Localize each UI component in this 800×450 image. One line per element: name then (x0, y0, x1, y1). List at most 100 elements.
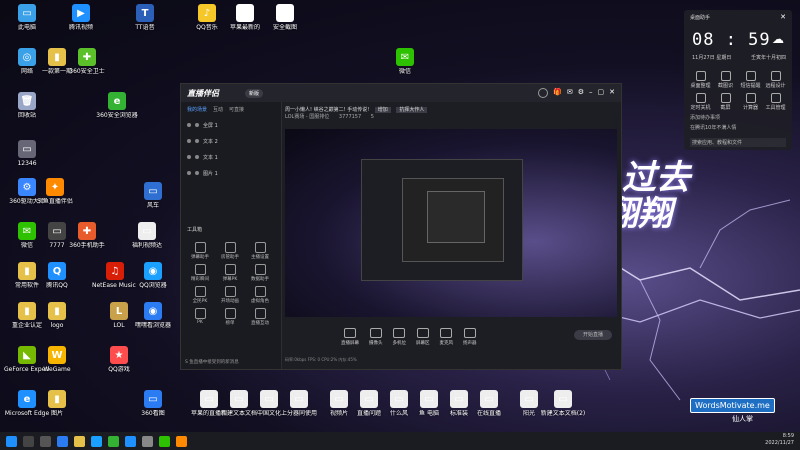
wechat-icon[interactable] (159, 435, 170, 447)
desktop-icon[interactable]: ✚ 360安全卫士 (64, 48, 110, 75)
desktop-icon[interactable]: ▭ 福利视频达 (124, 222, 170, 249)
desktop-icon[interactable]: ✉ 微信 (382, 48, 428, 75)
start-live-button[interactable]: 开始直播 (574, 330, 612, 340)
desktop-icon[interactable]: W WeGame (34, 346, 80, 373)
source-item[interactable]: 全屏 1 (181, 117, 281, 133)
lock-icon[interactable] (195, 171, 199, 175)
version-badge[interactable]: 新版 (245, 89, 264, 98)
todo-item[interactable]: 在腾讯10年不满人情 (690, 124, 736, 131)
lock-icon[interactable] (195, 123, 199, 127)
widget-tool[interactable]: 定时关机 (688, 90, 713, 112)
tool-label: 直播互动 (251, 321, 269, 326)
source-item[interactable]: 文本 2 (181, 133, 281, 149)
eye-icon[interactable] (187, 155, 191, 159)
widget-tool[interactable]: 短信提醒 (738, 68, 763, 90)
gift-icon[interactable]: 🎁 (553, 88, 562, 98)
edge-icon[interactable] (57, 435, 68, 447)
windows-start-icon[interactable] (6, 435, 17, 447)
widget-tool[interactable]: 远程设计 (763, 68, 788, 90)
toolbox-item[interactable]: 主播设置 (245, 240, 275, 262)
lock-icon[interactable] (195, 139, 199, 143)
toolbox-item[interactable]: 弹幕助手 (185, 240, 215, 262)
close-icon[interactable]: ✕ (609, 88, 615, 98)
widget-tool[interactable]: 桌面整理 (688, 68, 713, 90)
file-explorer-icon[interactable] (74, 435, 85, 447)
360-browser-icon[interactable] (108, 435, 119, 447)
avatar[interactable] (538, 88, 549, 98)
desktop-icon[interactable]: e 360安全浏览器 (94, 92, 140, 119)
desktop-icon[interactable]: Q 腾讯QQ (34, 262, 80, 289)
eye-icon[interactable] (187, 123, 191, 127)
stream-title[interactable]: 周一小懒人! 峡谷之巅第二! 手动传说! (285, 107, 369, 113)
scene-tab[interactable]: 可直接 (229, 106, 244, 113)
scene-tab[interactable]: 互动 (213, 106, 223, 113)
desktop-app-icon: ♪ (198, 4, 216, 22)
desktop-icon[interactable]: 🗑 回收站 (4, 92, 50, 119)
qq-icon[interactable] (125, 435, 136, 447)
close-icon[interactable]: ✕ (780, 13, 786, 21)
todo-add[interactable]: 添加待办事项 (690, 114, 720, 121)
maximize-icon[interactable]: ▢ (598, 88, 605, 98)
stream-action-button[interactable]: 多机位 (393, 328, 406, 346)
toolbox-item[interactable]: 榜单 (215, 306, 245, 328)
stream-action-button[interactable]: 麦克风 (440, 328, 453, 346)
eye-icon[interactable] (187, 171, 191, 175)
stream-preview[interactable] (285, 129, 617, 317)
eye-icon[interactable] (187, 139, 191, 143)
desktop-icon[interactable]: ▭ 新建文本文档(2) (540, 390, 586, 417)
desktop-icon[interactable]: ◉ QQ浏览器 (130, 262, 176, 289)
desktop-icon[interactable]: ✚ 360手机助手 (64, 222, 110, 249)
desktop-icon[interactable]: ▭ 此电脑 (4, 4, 50, 31)
source-item[interactable]: 图片 1 (181, 165, 281, 181)
desktop-icon[interactable]: ▮ 图片 (34, 390, 80, 417)
desktop-icon[interactable]: ▮ logo (34, 302, 80, 329)
toolbox-item[interactable]: 开场动画 (215, 284, 245, 306)
system-tray[interactable]: 8:59 2022/11/27 (765, 433, 794, 447)
browser-icon[interactable] (91, 435, 102, 447)
desktop-icon[interactable]: ▶ 腾讯视频 (58, 4, 104, 31)
lock-icon[interactable] (195, 155, 199, 159)
desktop-icon[interactable]: ▭ 12346 (4, 140, 50, 167)
desktop-icon[interactable]: ▭ 360看图 (130, 390, 176, 417)
toolbox-item[interactable]: 虚拟角色 (245, 284, 275, 306)
desktop-icon-label: 12346 (17, 160, 37, 167)
source-item[interactable]: 文本 1 (181, 149, 281, 165)
search-icon[interactable] (23, 435, 34, 447)
widget-tool[interactable]: 截屏 (713, 90, 738, 112)
window-titlebar[interactable]: 直播伴侣 新版 🎁 ✉ ⚙ – ▢ ✕ (181, 84, 621, 102)
desktop-icon[interactable]: ▭ 风车 (130, 182, 176, 209)
toolbox-item[interactable]: 数据助手 (245, 262, 275, 284)
action-icon (463, 328, 476, 338)
stream-action-button[interactable]: 直播屏幕 (341, 328, 359, 346)
mail-icon[interactable]: ✉ (567, 88, 573, 98)
app-icon[interactable] (142, 435, 153, 447)
toolbox-item[interactable]: 精彩瞬间 (185, 262, 215, 284)
live-companion-icon[interactable] (176, 435, 187, 447)
widget-tool[interactable]: 截图识 (713, 68, 738, 90)
minimize-icon[interactable]: – (589, 88, 593, 98)
stream-tag[interactable]: 增加 (374, 107, 391, 113)
settings-icon[interactable]: ⚙ (578, 88, 584, 98)
toolbox-item[interactable]: 直播互动 (245, 306, 275, 328)
desktop-icon[interactable]: 安全截图 (262, 4, 308, 31)
stream-action-button[interactable]: 摄像头 (369, 328, 383, 346)
scene-tab[interactable]: 我的场景 (187, 106, 207, 113)
stream-action-button[interactable]: 扬声器 (463, 328, 477, 346)
desktop-icon[interactable]: ✦ 5.鱼直播伴侣 (32, 178, 78, 205)
task-view-icon[interactable] (40, 435, 51, 447)
toolbox-item[interactable]: PK (185, 306, 215, 328)
stream-category[interactable]: LOL赛场 - 国服排位 (285, 114, 329, 120)
stream-tag-2[interactable]: 抗挥大作人 (396, 107, 428, 113)
stream-action-button[interactable]: 屏幕区 (416, 328, 430, 346)
toolbox-item[interactable]: 全民PK (185, 284, 215, 306)
widget-tool[interactable]: 工具管理 (763, 90, 788, 112)
toolbox-item[interactable]: 弹幕PK (215, 262, 245, 284)
desktop-icon-label: 嘿嘿看浏览器 (134, 322, 171, 329)
message-bar[interactable]: S 鱼直播中接受到的新消息 (185, 359, 239, 365)
widget-search[interactable]: 搜索应用、教程和文件 (690, 138, 786, 147)
desktop-icon[interactable]: ★ QQ游戏 (96, 346, 142, 373)
desktop-icon[interactable]: T TT语音 (122, 4, 168, 31)
toolbox-item[interactable]: 房管助手 (215, 240, 245, 262)
widget-tool[interactable]: 计算器 (738, 90, 763, 112)
desktop-icon[interactable]: ◉ 嘿嘿看浏览器 (130, 302, 176, 329)
